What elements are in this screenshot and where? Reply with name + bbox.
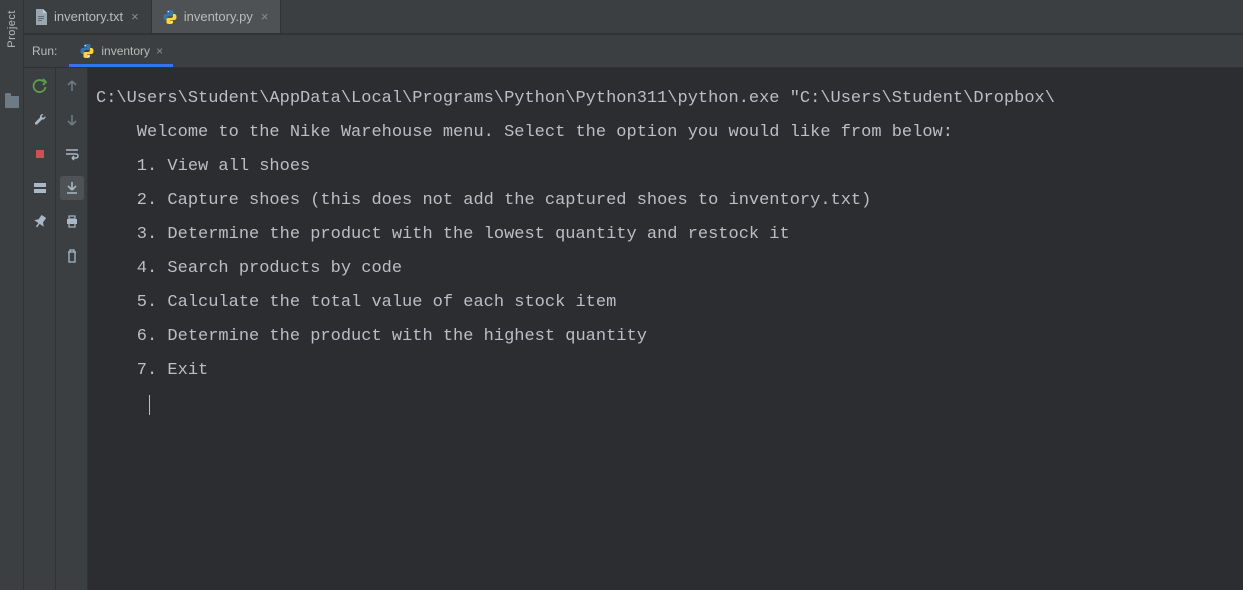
arrow-down-icon <box>65 113 79 127</box>
rerun-button[interactable] <box>28 74 52 98</box>
project-tool-label: Project <box>6 10 18 48</box>
print-button[interactable] <box>60 210 84 234</box>
run-toolbar-secondary <box>56 68 88 590</box>
rerun-icon <box>32 78 48 94</box>
up-button[interactable] <box>60 74 84 98</box>
close-icon[interactable]: × <box>129 9 141 24</box>
close-icon[interactable]: × <box>259 9 271 24</box>
wrap-icon <box>64 147 80 161</box>
python-file-icon <box>162 9 178 25</box>
editor-tabs: inventory.txt × inventory.py × <box>24 0 1243 34</box>
run-label: Run: <box>32 44 57 58</box>
delete-button[interactable] <box>60 244 84 268</box>
console-output[interactable]: C:\Users\Student\AppData\Local\Programs\… <box>88 68 1243 590</box>
wrench-icon <box>32 112 48 128</box>
scroll-to-end-button[interactable] <box>60 176 84 200</box>
close-icon[interactable]: × <box>156 44 163 58</box>
down-button[interactable] <box>60 108 84 132</box>
stop-button[interactable] <box>28 142 52 166</box>
pin-icon <box>33 215 47 229</box>
soft-wrap-button[interactable] <box>60 142 84 166</box>
layout-button[interactable] <box>28 176 52 200</box>
print-icon <box>65 215 79 229</box>
layout-icon <box>33 181 47 195</box>
console-line: 6. Determine the product with the highes… <box>96 320 1243 354</box>
python-file-icon <box>79 43 95 59</box>
pin-button[interactable] <box>28 210 52 234</box>
tab-label: inventory.py <box>184 9 253 24</box>
run-body: C:\Users\Student\AppData\Local\Programs\… <box>24 68 1243 590</box>
console-line: 1. View all shoes <box>96 150 1243 184</box>
console-line: Welcome to the Nike Warehouse menu. Sele… <box>96 116 1243 150</box>
console-line: 3. Determine the product with the lowest… <box>96 218 1243 252</box>
txt-file-icon <box>34 9 48 25</box>
run-panel-header: Run: inventory × <box>24 34 1243 68</box>
tab-inventory-txt[interactable]: inventory.txt × <box>24 0 152 33</box>
tab-inventory-py[interactable]: inventory.py × <box>152 0 282 33</box>
scroll-end-icon <box>65 181 79 195</box>
project-tool-window-bar[interactable]: Project <box>0 0 24 590</box>
arrow-up-icon <box>65 79 79 93</box>
console-line: 4. Search products by code <box>96 252 1243 286</box>
console-line: 2. Capture shoes (this does not add the … <box>96 184 1243 218</box>
run-tab-label: inventory <box>101 44 150 58</box>
text-cursor <box>149 395 150 415</box>
tab-label: inventory.txt <box>54 9 123 24</box>
run-toolbar-left <box>24 68 56 590</box>
main-content: inventory.txt × inventory.py × Run: <box>24 0 1243 590</box>
settings-button[interactable] <box>28 108 52 132</box>
trash-icon <box>65 249 79 263</box>
project-folder-icon[interactable] <box>5 96 19 108</box>
console-line: C:\Users\Student\AppData\Local\Programs\… <box>96 82 1243 116</box>
stop-icon <box>33 147 47 161</box>
console-line: 5. Calculate the total value of each sto… <box>96 286 1243 320</box>
console-line: 7. Exit <box>96 354 1243 388</box>
run-tab-inventory[interactable]: inventory × <box>69 35 173 67</box>
